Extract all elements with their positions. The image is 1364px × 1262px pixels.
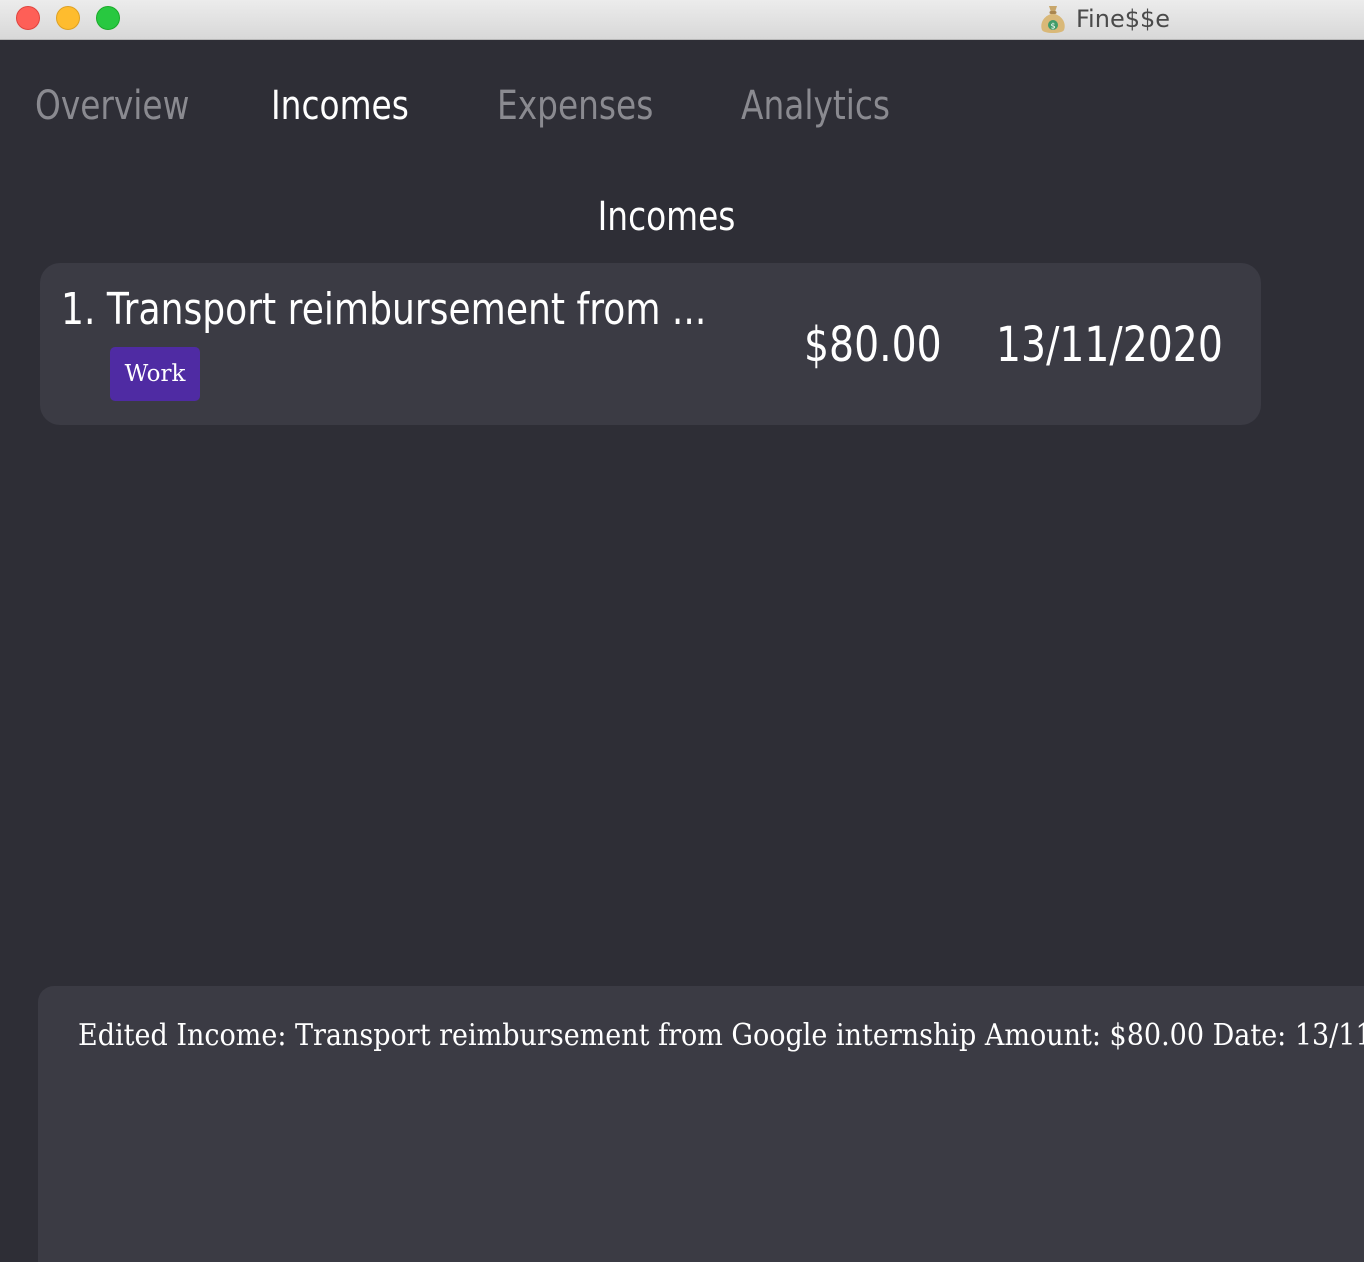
category-tag: Work xyxy=(110,347,200,401)
svg-text:$: $ xyxy=(1050,22,1055,31)
window-title-text: Fine$$e xyxy=(1076,5,1171,33)
tab-analytics[interactable]: Analytics xyxy=(741,76,890,136)
money-bag-icon: $ xyxy=(1041,6,1065,33)
close-window-button[interactable] xyxy=(16,6,40,30)
page-title: Incomes xyxy=(597,194,736,240)
window-title-bar: $ Fine$$e xyxy=(0,0,1364,40)
income-date: 13/11/2020 xyxy=(996,317,1223,373)
minimize-window-button[interactable] xyxy=(56,6,80,30)
income-list-item[interactable]: 1. Transport reimbursement from ... Work… xyxy=(40,263,1261,425)
result-display[interactable]: Edited Income: Transport reimbursement f… xyxy=(38,986,1364,1262)
income-description: 1. Transport reimbursement from ... xyxy=(61,284,707,335)
income-amount: $80.00 xyxy=(804,317,942,373)
window-title: $ Fine$$e xyxy=(1038,2,1170,36)
maximize-window-button[interactable] xyxy=(96,6,120,30)
tab-expenses[interactable]: Expenses xyxy=(497,76,653,136)
tab-overview[interactable]: Overview xyxy=(35,76,189,136)
result-message: Edited Income: Transport reimbursement f… xyxy=(78,1018,1364,1053)
tab-incomes[interactable]: Incomes xyxy=(271,76,409,136)
